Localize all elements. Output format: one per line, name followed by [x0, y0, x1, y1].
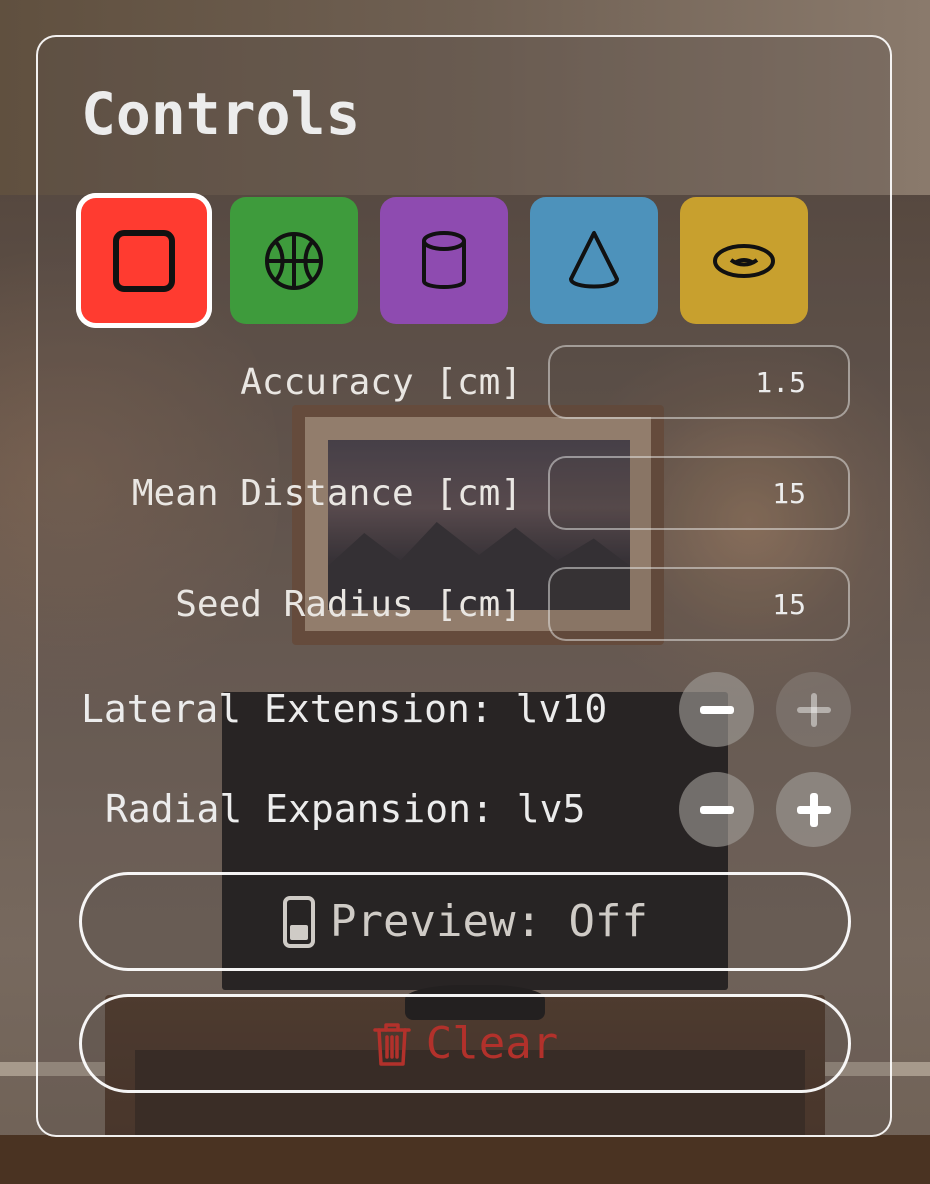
lateral-extension-increase-button[interactable]: [776, 672, 851, 747]
radial-expansion-decrease-button[interactable]: [679, 772, 754, 847]
radial-expansion-increase-button[interactable]: [776, 772, 851, 847]
shape-button-cube-fill: [81, 198, 207, 323]
clear-button-label: Clear: [425, 1018, 559, 1069]
minus-icon: [699, 705, 734, 714]
floor: [0, 1135, 930, 1184]
radial-expansion-label: Radial Expansion: lv5: [105, 787, 586, 831]
panel-title: Controls: [81, 80, 361, 148]
preview-toggle-button[interactable]: Preview: Off: [79, 872, 851, 971]
lateral-extension-label: Lateral Extension: lv10: [81, 687, 608, 731]
shape-button-torus[interactable]: [680, 197, 808, 324]
cone-icon: [569, 230, 619, 288]
torus-icon: [713, 243, 775, 278]
minus-icon: [699, 805, 734, 814]
preview-button-label: Preview: Off: [330, 896, 648, 947]
seed-radius-input[interactable]: [548, 567, 850, 641]
shape-button-sphere[interactable]: [230, 197, 358, 324]
mean-distance-input[interactable]: [548, 456, 850, 530]
cylinder-icon: [422, 230, 466, 289]
phone-icon: [283, 895, 316, 948]
mean-distance-label: Mean Distance [cm]: [131, 473, 522, 514]
plus-icon: [796, 692, 831, 727]
shape-button-cylinder[interactable]: [380, 197, 508, 324]
basketball-icon: [265, 231, 323, 290]
plus-icon: [796, 792, 831, 827]
trash-icon: [373, 1022, 411, 1066]
lateral-extension-decrease-button[interactable]: [679, 672, 754, 747]
seed-radius-label: Seed Radius [cm]: [175, 584, 522, 625]
shape-button-cone[interactable]: [530, 197, 658, 324]
clear-button[interactable]: Clear: [79, 994, 851, 1093]
square-icon: [113, 229, 175, 292]
accuracy-label: Accuracy [cm]: [240, 362, 522, 403]
accuracy-input[interactable]: [548, 345, 850, 419]
shape-button-cube[interactable]: [76, 193, 212, 328]
